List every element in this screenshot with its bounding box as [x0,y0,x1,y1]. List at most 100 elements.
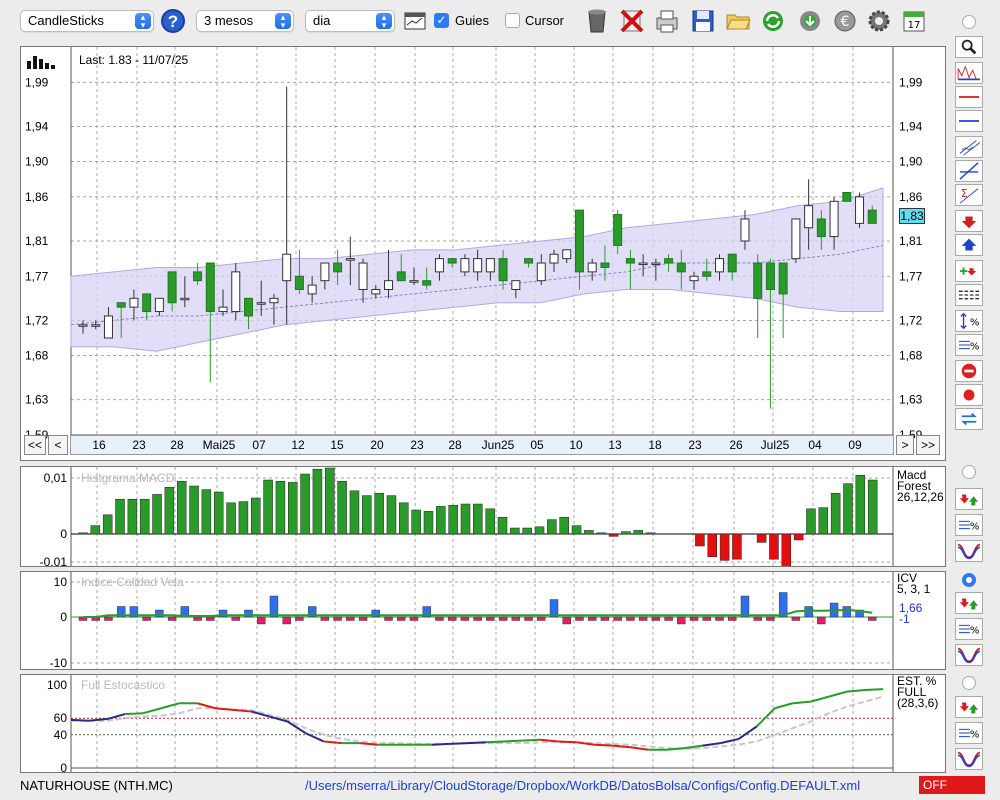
candle-body [167,271,177,304]
candle-body [422,280,432,286]
arrows-updown-button[interactable] [955,696,983,718]
chevron-updown-icon: ▴ ▾ [135,13,151,30]
scale-percent-button[interactable]: % [955,310,983,332]
macd-bar [547,519,557,535]
nav-last-button[interactable]: >> [916,435,940,455]
y-tick-label-right: 1,77 [899,269,923,283]
nav-prev-button[interactable]: < [48,435,68,455]
no-entry-button[interactable] [955,360,983,382]
delete-icon[interactable] [618,6,646,36]
gear-icon[interactable] [865,6,893,36]
lines-percent-button[interactable]: % [955,334,983,356]
nav-next-button[interactable]: > [896,435,914,455]
icv-bar [740,595,750,618]
icv-bar [613,616,622,621]
y-tick-label-right: 1,90 [899,155,923,169]
swap-arrows-button[interactable] [955,408,983,430]
lines-percent-icon: % [959,520,979,533]
sync-download-icon[interactable] [796,6,824,36]
indicator-curve-button[interactable] [955,748,983,770]
panel-radio-2[interactable] [962,465,976,479]
candle-body [358,262,368,291]
stoch-k-segment [160,702,180,710]
icv-title: Indice Calidad Vela [81,575,184,589]
chart-type-select[interactable]: CandleSticks ▴ ▾ [20,10,154,32]
y-tick-label-left: 1,94 [25,119,49,133]
candle-body [816,218,826,238]
trendline-tool-button[interactable] [955,160,983,182]
stoch-k-segment [774,702,794,710]
candle-body [651,262,661,266]
arrow-up-blue-button[interactable] [955,234,983,256]
arrows-updown-button[interactable] [955,592,983,614]
stoch-y-tick: 0 [60,761,67,772]
guides-checkbox[interactable]: ✓ [434,13,449,28]
date-axis[interactable]: 16 23 28 Mai25 07 12 15 20 23 28 Jun25 05 10 13 18 23 26… [70,435,894,455]
overlay-chart-button[interactable] [955,62,983,84]
macd-bar [250,497,261,535]
icv-bar [588,616,597,621]
stoch-k-segment [594,743,613,747]
candle-body [791,218,801,260]
price-chart[interactable]: 1,99 1,99 1,94 1,94 1,90 1,90 1,86 1,86 1,81 1,81… [21,47,945,460]
lines-percent-button[interactable]: % [955,514,983,536]
trash-icon[interactable] [583,6,611,36]
folder-open-icon[interactable] [724,6,752,36]
save-icon[interactable] [689,6,717,36]
candle-body [562,249,572,260]
icv-value2: -1 [899,612,910,626]
arrow-down-red-button[interactable] [955,210,983,232]
icv-bar [664,616,673,621]
fibonacci-tool-button[interactable]: Σ [955,184,983,206]
config-path-link[interactable]: /Users/mserra/Library/CloudStorage/Dropb… [305,778,860,793]
interval-select[interactable]: dia ▴ ▾ [305,10,395,32]
icv-bar [677,616,686,625]
layout-radio-1[interactable] [962,15,976,29]
x-tick-label: 26 [729,438,743,452]
icv-bar [600,616,610,621]
horizontal-line-red-button[interactable] [955,86,983,108]
channel-tool-icon [959,140,981,156]
add-marks-button[interactable] [955,260,983,282]
help-button[interactable]: ? [161,9,185,33]
arrows-updown-button[interactable] [955,488,983,510]
icv-bar [842,606,852,618]
lines-percent-button[interactable]: % [955,722,983,744]
record-dot-button[interactable] [955,384,983,406]
cursor-checkbox[interactable] [505,13,520,28]
icv-bar [702,616,711,621]
macd-bar [559,516,569,535]
icv-bar [817,616,826,625]
refresh-icon[interactable] [759,6,787,36]
x-tick-label: 10 [569,438,583,452]
icv-bar [524,616,533,621]
indicator-curve-button[interactable] [955,540,983,562]
macd-bar [571,525,582,535]
euro-icon[interactable]: € [831,6,859,36]
channel-tool-button[interactable] [955,136,983,158]
off-status-badge[interactable]: OFF [919,776,985,794]
x-tick-label: 28 [170,438,184,452]
printer-icon[interactable] [653,6,681,36]
candle-body [333,262,343,273]
stoch-y-tick: 60 [54,711,68,725]
horizontal-line-blue-button[interactable] [955,110,983,132]
indicator-curve-button[interactable] [955,644,983,666]
panel-radio-3[interactable] [962,573,976,587]
calendar-icon[interactable]: 17 [900,6,928,36]
lines-percent-button[interactable]: % [955,618,983,640]
chart-window-icon[interactable] [402,6,430,36]
panel-radio-4[interactable] [962,676,976,690]
icv-bar [397,616,406,621]
candle-body [282,253,292,282]
zoom-button[interactable] [955,36,983,58]
candle-body [536,262,546,282]
dashes-button[interactable] [955,284,983,306]
candle-body [511,280,521,291]
bar-chart-icon[interactable] [26,54,56,70]
nav-first-button[interactable]: << [24,435,46,455]
period-select[interactable]: 3 mesos ▴ ▾ [196,10,294,32]
macd-bar [707,533,718,558]
macd-bar [695,533,705,547]
macd-bar [238,501,249,535]
